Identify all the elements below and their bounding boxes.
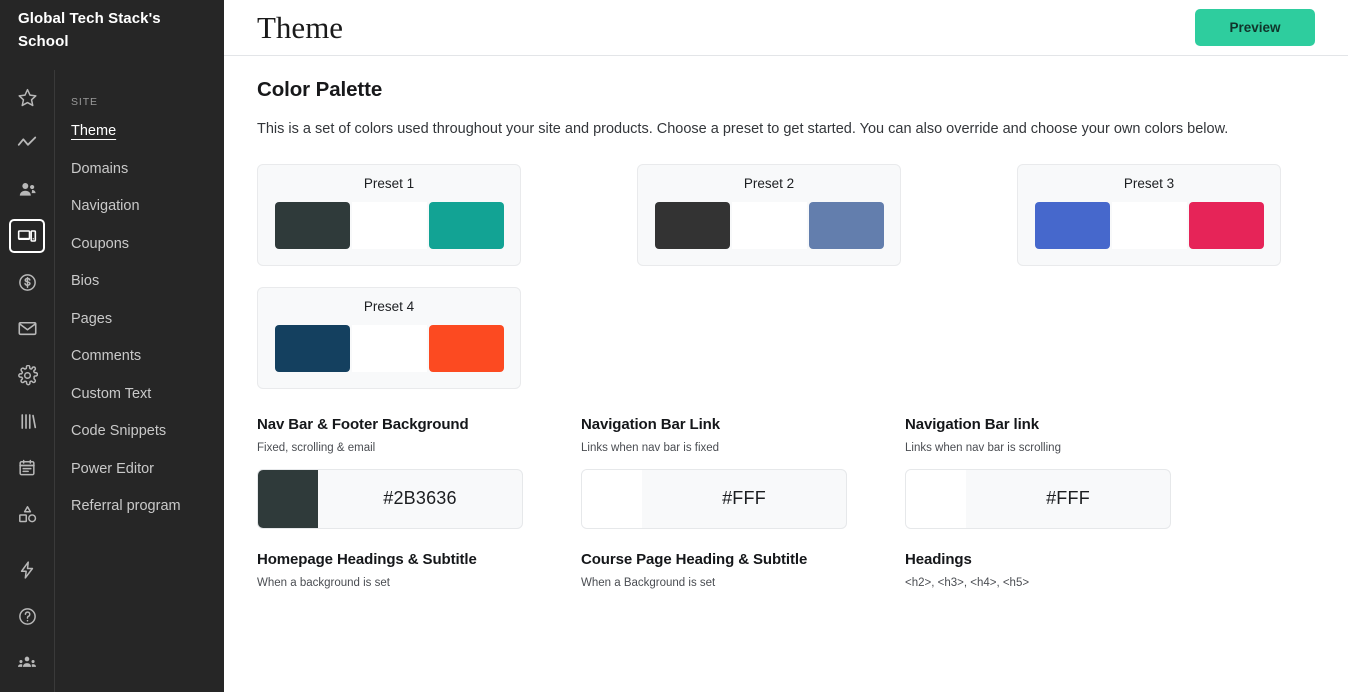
preset-swatch-accent xyxy=(808,201,884,249)
sidebar-item-power-editor[interactable]: Power Editor xyxy=(71,461,224,500)
gear-icon[interactable] xyxy=(9,358,45,392)
shapes-icon[interactable] xyxy=(9,497,45,531)
page-title: Theme xyxy=(257,10,344,45)
field-label: Homepage Headings & Subtitle xyxy=(257,550,477,568)
field-course-page-heading-subtitle: Course Page Heading & Subtitle When a Ba… xyxy=(581,551,847,604)
field-hint: Links when nav bar is scrolling xyxy=(905,441,1061,454)
site-menu: SITE Theme Domains Navigation Coupons Bi… xyxy=(55,70,224,692)
field-hint: When a Background is set xyxy=(581,576,716,589)
preset-swatch-secondary xyxy=(731,201,807,249)
preset-swatches xyxy=(638,201,900,249)
sidebar-item-referral-program[interactable]: Referral program xyxy=(71,499,224,537)
color-input-navigation-bar-link-scrolling[interactable]: #FFF xyxy=(905,468,1171,529)
clipboard-icon[interactable] xyxy=(9,451,45,485)
brand-header: Global Tech Stack's School xyxy=(0,0,224,70)
sidebar: Global Tech Stack's School SITE Theme Do… xyxy=(0,0,224,692)
theme-content: Color Palette This is a set of colors us… xyxy=(224,56,1348,692)
preset-swatch-primary xyxy=(1034,201,1110,249)
color-palette-heading: Color Palette xyxy=(257,78,383,101)
sidebar-item-bios[interactable]: Bios xyxy=(71,274,224,312)
color-value[interactable]: #2B3636 xyxy=(318,488,522,509)
sidebar-item-code-snippets[interactable]: Code Snippets xyxy=(71,424,224,462)
preset-card-1[interactable]: Preset 1 xyxy=(257,163,521,266)
analytics-line-icon[interactable] xyxy=(9,126,45,160)
color-fields-row-1: Nav Bar & Footer Background Fixed, scrol… xyxy=(257,416,1315,551)
field-headings: Headings <h2>, <h3>, <h4>, <h5> xyxy=(905,551,1171,604)
sidebar-item-coupons[interactable]: Coupons xyxy=(71,236,224,275)
sidebar-item-domains[interactable]: Domains xyxy=(71,161,224,200)
help-circle-icon[interactable] xyxy=(9,599,45,633)
preset-label: Preset 4 xyxy=(363,298,415,314)
color-fields-row-2: Homepage Headings & Subtitle When a back… xyxy=(257,551,1315,604)
sidebar-item-theme[interactable]: Theme xyxy=(71,124,224,162)
preset-swatch-secondary xyxy=(351,201,427,249)
preset-swatch-accent xyxy=(1188,201,1264,249)
preset-swatches xyxy=(258,324,520,372)
preset-label: Preset 2 xyxy=(743,175,795,191)
preset-swatches xyxy=(1018,201,1280,249)
users-icon[interactable] xyxy=(9,173,45,207)
star-icon[interactable] xyxy=(9,80,45,114)
preset-swatch-secondary xyxy=(1111,201,1187,249)
color-value[interactable]: #FFF xyxy=(966,488,1170,509)
field-hint: Links when nav bar is fixed xyxy=(581,441,720,454)
color-input-nav-bar-footer-background[interactable]: #2B3636 xyxy=(257,468,523,529)
preset-grid: Preset 1 Preset 2 Preset 3 Preset 4 xyxy=(257,163,1315,389)
school-name: Global Tech Stack's School xyxy=(18,10,161,50)
field-homepage-headings-subtitle: Homepage Headings & Subtitle When a back… xyxy=(257,551,523,604)
color-value[interactable]: #FFF xyxy=(642,488,846,509)
site-devices-icon[interactable] xyxy=(9,218,45,254)
preset-swatch-primary xyxy=(654,201,730,249)
topbar: Theme Preview xyxy=(224,0,1348,56)
main-content: Theme Preview Color Palette This is a se… xyxy=(224,0,1348,692)
preset-swatches xyxy=(258,201,520,249)
field-label: Headings xyxy=(905,550,972,568)
sidebar-body: SITE Theme Domains Navigation Coupons Bi… xyxy=(0,70,224,692)
field-hint: When a background is set xyxy=(257,576,390,589)
preset-label: Preset 1 xyxy=(363,175,415,191)
sidebar-item-custom-text[interactable]: Custom Text xyxy=(71,386,224,425)
sidebar-item-navigation[interactable]: Navigation xyxy=(71,199,224,237)
preset-swatch-secondary xyxy=(351,324,427,372)
field-navigation-bar-link-fixed: Navigation Bar Link Links when nav bar i… xyxy=(581,416,847,551)
lightning-bolt-icon[interactable] xyxy=(9,553,45,587)
sidebar-item-comments[interactable]: Comments xyxy=(71,349,224,387)
preset-swatch-primary xyxy=(274,324,350,372)
field-label: Navigation Bar Link xyxy=(581,415,720,433)
color-palette-description: This is a set of colors used throughout … xyxy=(257,121,1229,137)
color-chip[interactable] xyxy=(906,469,966,528)
books-icon[interactable] xyxy=(9,404,45,438)
field-label: Nav Bar & Footer Background xyxy=(257,415,469,433)
theme-settings-page: Global Tech Stack's School SITE Theme Do… xyxy=(0,0,1348,692)
field-navigation-bar-link-scrolling: Navigation Bar link Links when nav bar i… xyxy=(905,416,1171,551)
icon-rail xyxy=(0,70,55,692)
preview-button[interactable]: Preview xyxy=(1195,9,1315,46)
menu-section-label: SITE xyxy=(71,96,98,108)
field-label: Navigation Bar link xyxy=(905,415,1039,433)
field-hint: Fixed, scrolling & email xyxy=(257,441,376,454)
community-group-icon[interactable] xyxy=(9,646,45,680)
preset-card-2[interactable]: Preset 2 xyxy=(637,163,901,266)
preset-card-3[interactable]: Preset 3 xyxy=(1017,163,1281,266)
field-label: Course Page Heading & Subtitle xyxy=(581,550,808,568)
field-nav-bar-footer-background: Nav Bar & Footer Background Fixed, scrol… xyxy=(257,416,523,551)
preset-label: Preset 3 xyxy=(1123,175,1175,191)
field-hint: <h2>, <h3>, <h4>, <h5> xyxy=(905,576,1030,589)
envelope-icon[interactable] xyxy=(9,312,45,346)
sidebar-item-pages[interactable]: Pages xyxy=(71,311,224,350)
color-chip[interactable] xyxy=(258,469,318,528)
color-chip[interactable] xyxy=(582,469,642,528)
dollar-circle-icon[interactable] xyxy=(9,265,45,299)
preset-swatch-accent xyxy=(428,324,504,372)
preset-card-4[interactable]: Preset 4 xyxy=(257,286,521,389)
color-input-navigation-bar-link-fixed[interactable]: #FFF xyxy=(581,468,847,529)
preset-swatch-accent xyxy=(428,201,504,249)
preset-swatch-primary xyxy=(274,201,350,249)
